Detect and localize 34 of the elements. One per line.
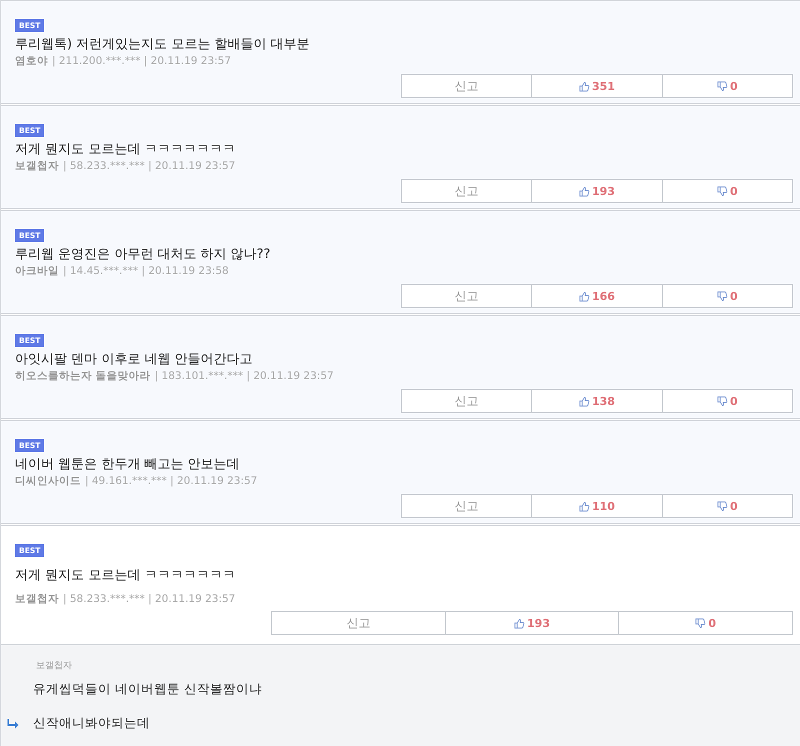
comment-info: | 14.45.***.*** | 20.11.19 23:58 <box>63 265 229 277</box>
thumbs-down-icon <box>695 618 706 628</box>
comment-info: | 211.200.***.*** | 20.11.19 23:57 <box>52 55 232 67</box>
thumbs-down-icon <box>716 290 728 302</box>
comment-author: 디씨인사이드 <box>15 475 81 487</box>
thumbs-up-icon <box>579 396 590 406</box>
thumbs-up-icon <box>514 618 526 628</box>
comment-author: 히오스를하는자 돌을맞아라 <box>15 370 151 382</box>
reply-author: 보갤첩자 <box>36 660 73 672</box>
thumbs-up-icon <box>579 290 590 302</box>
thumbs-down-icon <box>716 500 728 512</box>
comment-author: 보갤첩자 <box>15 160 59 172</box>
reply-text: 유게씹덕들이 네이버웹툰 신작볼짬이냐 <box>33 681 263 698</box>
comment-text: 루리웹톡) 저런게있는지도 모르는 할배들이 대부분 <box>15 36 311 53</box>
comment-author: 염호야 <box>15 55 48 67</box>
thumbs-up-icon <box>579 80 590 92</box>
comment-info: | 183.101.***.*** | 20.11.19 23:57 <box>154 370 334 382</box>
thumbs-up-icon <box>579 500 590 512</box>
thumbs-down-icon <box>716 396 728 406</box>
comment-info: | 49.161.***.*** | 20.11.19 23:57 <box>85 475 258 487</box>
comment-text: 네이버 웹툰은 한두개 빼고는 안보는데 <box>15 456 241 473</box>
thumbs-down-icon <box>716 186 728 196</box>
comment-text: 루리웹 운영진은 아무런 대처도 하지 않나?? <box>15 246 272 263</box>
thumbs-up-icon <box>579 186 590 196</box>
comment-info: | 58.233.***.*** | 20.11.19 23:57 <box>63 593 236 605</box>
answer-text: 신작애니봐야되는데 <box>33 715 150 732</box>
comment-author: 보갤첩자 <box>15 593 59 605</box>
comment-text: 아잇시팔 덴마 이후로 네웹 안들어간다고 <box>15 351 254 368</box>
reply-arrow-icon <box>7 718 19 728</box>
comment-info: | 58.233.***.*** | 20.11.19 23:57 <box>63 160 236 172</box>
thumbs-down-icon <box>716 80 728 92</box>
comment-author: 아크바일 <box>15 265 59 277</box>
comment-text: 저게 뭔지도 모르는데 ㅋㅋㅋㅋㅋㅋㅋ <box>15 141 236 158</box>
comment-text: 저게 뭔지도 모르는데 ㅋㅋㅋㅋㅋㅋㅋ <box>15 567 236 584</box>
